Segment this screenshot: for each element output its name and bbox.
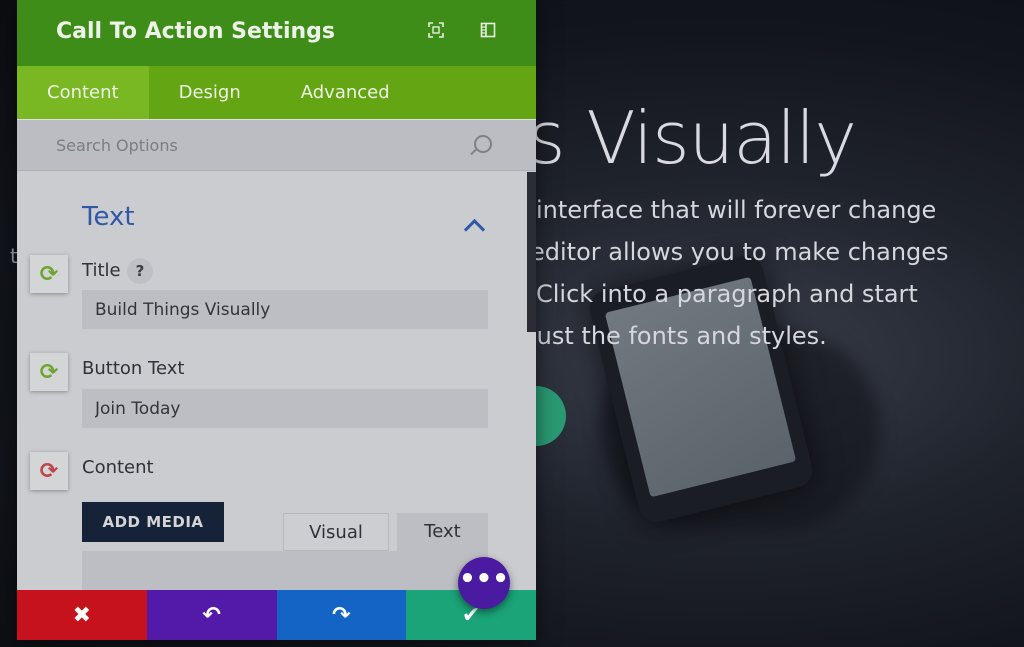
tab-content[interactable]: Content [17, 66, 149, 119]
focus-icon[interactable] [423, 20, 449, 46]
button-text-label: Button Text [82, 358, 185, 379]
background-paragraph-line-3: Click into a paragraph and start [536, 280, 918, 308]
panel-footer: ✖ ↶ ↷ ✔ [17, 590, 536, 640]
options-body: Text ⟳ Title ? ⟳ Button Text ⟳ Content A… [17, 172, 536, 591]
sync-icon[interactable]: ⟳ [30, 353, 68, 391]
panel-title: Call To Action Settings [56, 19, 335, 44]
redo-button[interactable]: ↷ [276, 590, 407, 640]
sync-icon[interactable]: ⟳ [30, 255, 68, 293]
more-options-button[interactable]: ••• [458, 557, 510, 609]
panel-tabs: Content Design Advanced [17, 66, 536, 119]
chevron-up-icon[interactable] [463, 218, 486, 241]
title-input[interactable] [82, 290, 488, 329]
sidebar-layout-icon[interactable] [475, 20, 501, 46]
cancel-button[interactable]: ✖ [17, 590, 147, 640]
tab-design[interactable]: Design [149, 66, 271, 119]
add-media-button[interactable]: ADD MEDIA [82, 502, 224, 542]
button-text-input[interactable] [82, 389, 488, 428]
undo-button[interactable]: ↶ [146, 590, 277, 640]
background-paragraph-line-2: editor allows you to make changes [530, 238, 949, 266]
search-input[interactable] [39, 119, 458, 172]
title-label: Title [82, 260, 121, 281]
background-paragraph-line-1: interface that will forever change [536, 196, 937, 224]
sync-icon[interactable]: ⟳ [30, 452, 68, 490]
editor-tab-text[interactable]: Text [397, 513, 488, 551]
panel-header: Call To Action Settings [17, 0, 536, 66]
background-phone-screen [604, 276, 797, 498]
content-editor[interactable] [82, 551, 488, 591]
help-icon[interactable]: ? [127, 258, 153, 284]
section-title[interactable]: Text [82, 202, 135, 232]
scrollbar[interactable] [527, 172, 536, 332]
search-icon[interactable] [474, 135, 492, 153]
background-heading: s Visually [528, 96, 857, 180]
settings-panel: Call To Action Settings Content Design A… [17, 0, 536, 640]
tab-advanced[interactable]: Advanced [271, 66, 420, 119]
search-bar [17, 119, 536, 172]
content-label: Content [82, 457, 154, 478]
background-paragraph-line-4: just the fonts and styles. [530, 322, 827, 350]
editor-tab-visual[interactable]: Visual [283, 513, 389, 551]
